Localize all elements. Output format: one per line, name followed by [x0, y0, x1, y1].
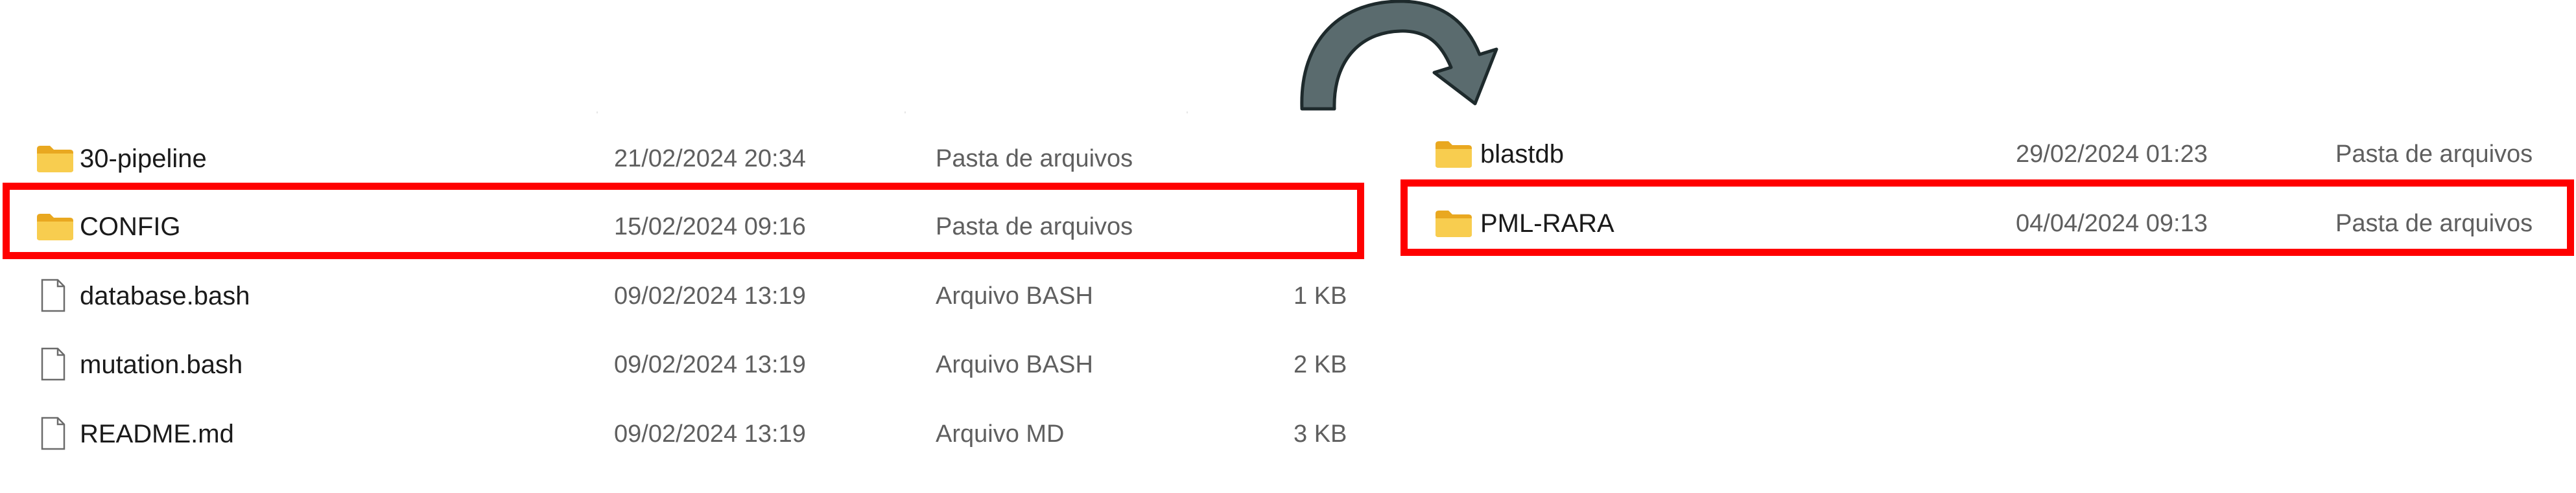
- item-size: 3 KB: [1294, 420, 1347, 448]
- highlight-box-config: [3, 183, 1364, 259]
- item-name: README.md: [80, 420, 234, 448]
- item-date: 09/02/2024 13:19: [614, 420, 806, 448]
- file-icon: [41, 417, 65, 450]
- list-item[interactable]: README.md 09/02/2024 13:19 Arquivo MD 3 …: [0, 405, 1381, 463]
- column-separator: [1187, 111, 1188, 113]
- item-date: 09/02/2024 13:19: [614, 282, 806, 310]
- list-item[interactable]: 30-pipeline 21/02/2024 20:34 Pasta de ar…: [0, 130, 1381, 188]
- list-item[interactable]: mutation.bash 09/02/2024 13:19 Arquivo B…: [0, 336, 1381, 394]
- item-name: database.bash: [80, 282, 250, 310]
- column-separator: [597, 111, 598, 113]
- item-name: blastdb: [1480, 140, 1564, 168]
- item-type: Pasta de arquivos: [936, 145, 1133, 172]
- right-file-list: blastdb 29/02/2024 01:23 Pasta de arquiv…: [1394, 0, 2576, 493]
- file-icon: [41, 347, 65, 381]
- item-name: 30-pipeline: [80, 144, 207, 173]
- highlight-box-pml-rara: [1400, 179, 2574, 256]
- item-type: Arquivo BASH: [936, 351, 1093, 378]
- item-date: 21/02/2024 20:34: [614, 145, 806, 172]
- item-type: Pasta de arquivos: [2335, 141, 2533, 168]
- folder-icon: [37, 146, 73, 172]
- item-name: mutation.bash: [80, 350, 243, 379]
- column-separator: [904, 111, 906, 113]
- list-item[interactable]: database.bash 09/02/2024 13:19 Arquivo B…: [0, 267, 1381, 325]
- item-date: 09/02/2024 13:19: [614, 351, 806, 378]
- item-type: Arquivo MD: [936, 420, 1065, 448]
- item-type: Arquivo BASH: [936, 282, 1093, 310]
- item-size: 2 KB: [1294, 351, 1347, 378]
- item-date: 29/02/2024 01:23: [2016, 141, 2208, 168]
- left-file-list: 30-pipeline 21/02/2024 20:34 Pasta de ar…: [0, 0, 1381, 493]
- item-size: 1 KB: [1294, 282, 1347, 310]
- folder-icon: [1436, 141, 1472, 168]
- file-icon: [41, 279, 65, 312]
- list-item[interactable]: blastdb 29/02/2024 01:23 Pasta de arquiv…: [1394, 125, 2576, 183]
